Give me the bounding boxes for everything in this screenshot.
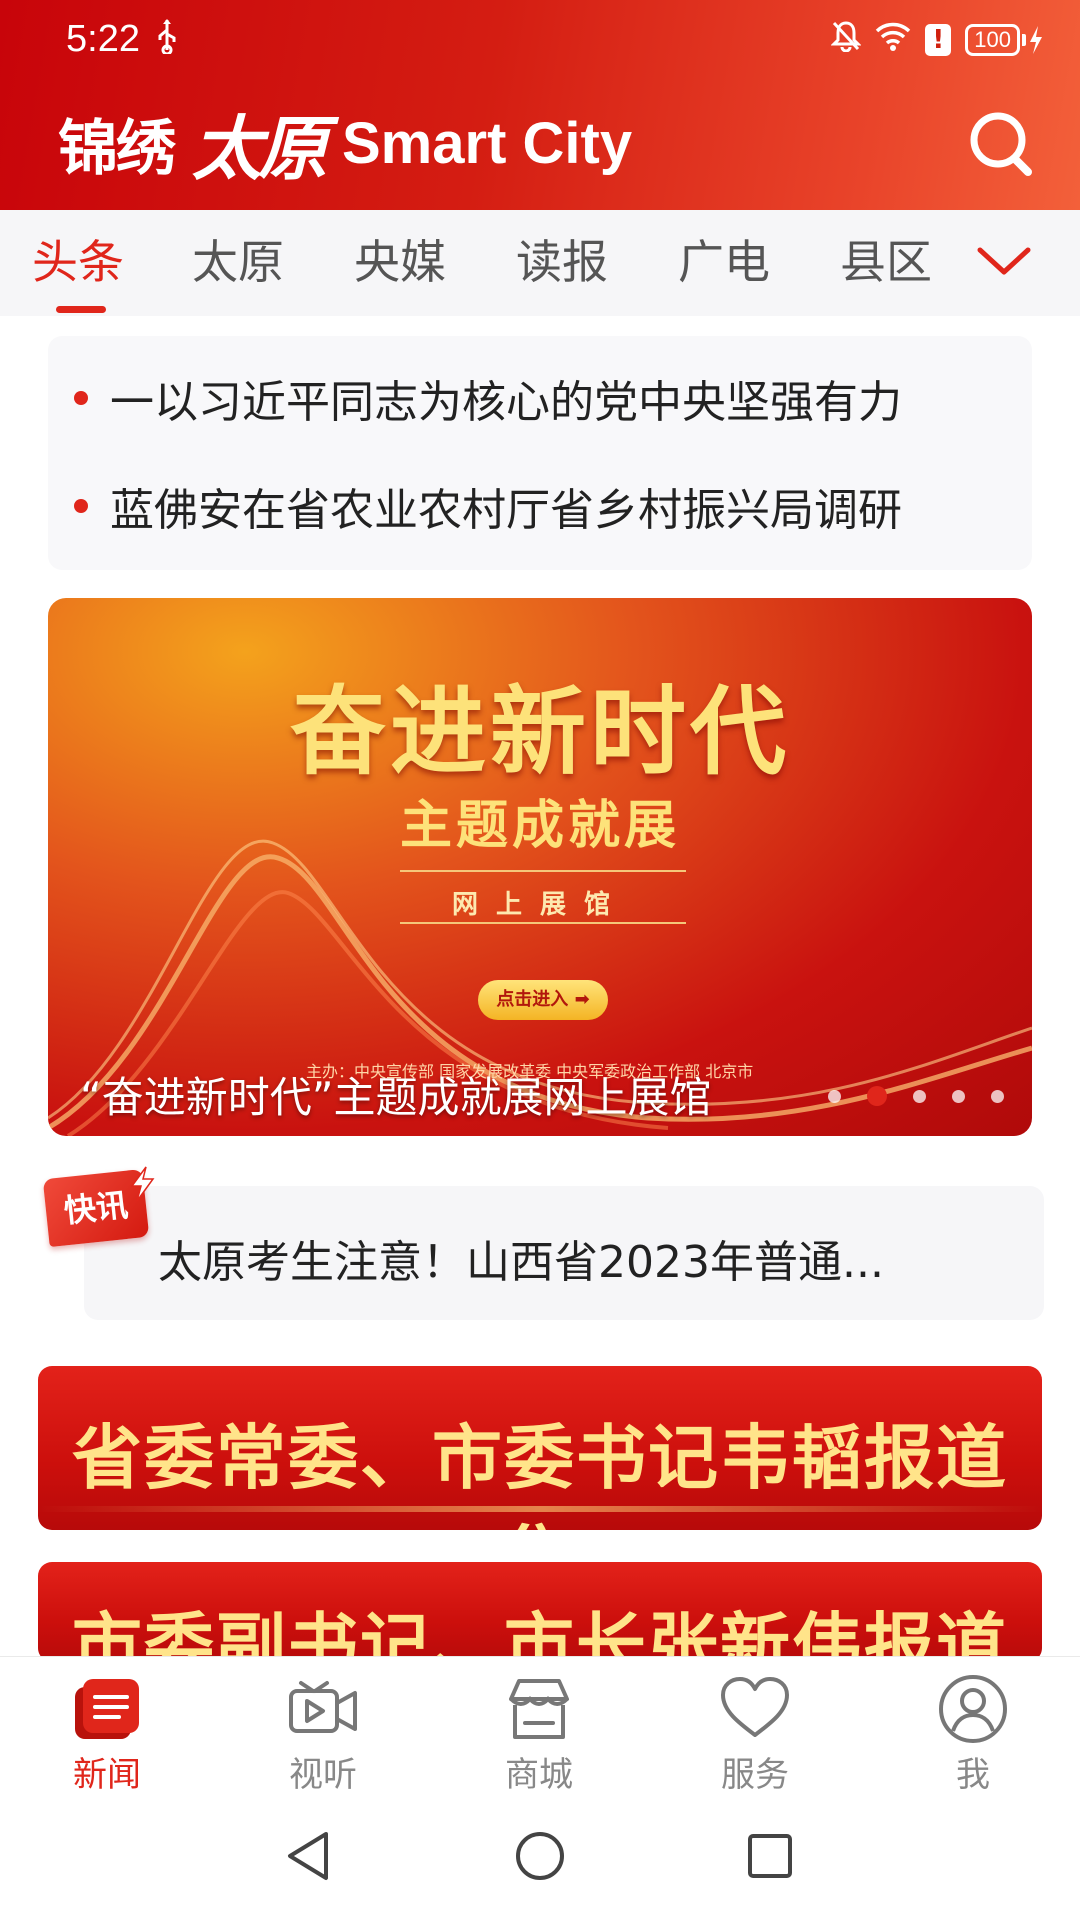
nav-label: 我 <box>956 1755 990 1795</box>
mute-bell-icon <box>830 20 862 60</box>
carousel-dot[interactable] <box>952 1089 965 1103</box>
headline-ticker: 一以习近平同志为核心的党中央坚强有力 蓝佛安在省农业农村厅省乡村振兴局调研 <box>48 336 1032 570</box>
app-logo: 锦绣 太原 Smart City <box>58 98 633 190</box>
nav-label: 新闻 <box>73 1755 141 1795</box>
nav-news[interactable]: 新闻 <box>32 1657 182 1795</box>
nav-me[interactable]: 我 <box>898 1657 1048 1795</box>
tab-guangdian[interactable]: 广电 <box>678 232 770 292</box>
active-tab-indicator <box>56 306 106 313</box>
flash-news-text: 太原考生注意！山西省2023年普通... <box>158 1237 884 1288</box>
enter-button[interactable]: 点击进入 ➡ <box>478 980 608 1020</box>
nav-label: 服务 <box>721 1755 789 1795</box>
channel-tabs: 头条 太原 央媒 读报 广电 县区 <box>0 210 1080 316</box>
headline-text: 蓝佛安在省农业农村厅省乡村振兴局调研 <box>110 485 902 536</box>
chevron-down-icon <box>977 247 1031 275</box>
tab-toutiao[interactable]: 头条 <box>32 232 124 292</box>
tab-taiyuan[interactable]: 太原 <box>192 232 284 292</box>
recents-icon[interactable] <box>740 1826 800 1886</box>
carousel-indicator <box>828 1086 1004 1106</box>
back-icon[interactable] <box>280 1826 340 1886</box>
battery-level: 100 <box>965 24 1020 56</box>
status-time: 5:22 <box>66 18 140 60</box>
promo-text: 市委副书记、市长张新伟报道集 <box>72 1604 1008 1662</box>
bullet-dot <box>74 499 88 513</box>
nav-service[interactable]: 服务 <box>680 1657 830 1795</box>
nav-video[interactable]: 视听 <box>248 1657 398 1795</box>
banner-caption: “奋进新时代”主题成就展网上展馆 <box>80 1073 712 1122</box>
divider <box>400 922 686 924</box>
heart-icon <box>721 1677 789 1737</box>
user-icon <box>939 1675 1007 1743</box>
usb-icon <box>156 18 178 62</box>
nav-label: 商城 <box>505 1755 573 1795</box>
promo-banner-mayor[interactable]: 市委副书记、市长张新伟报道集 <box>38 1562 1042 1662</box>
brand-en: Smart City <box>342 110 633 176</box>
nav-store[interactable]: 商城 <box>464 1657 614 1795</box>
bottom-navigation: 新闻 视听 商城 服务 我 <box>0 1656 1080 1795</box>
promo-decoration <box>38 1506 1042 1512</box>
banner-hall: 网上展馆 <box>451 890 628 920</box>
tab-xianqu[interactable]: 县区 <box>840 232 932 292</box>
banner-carousel[interactable]: 奋进新时代 主题成就展 网上展馆 点击进入 ➡ 主办：中央宣传部 国家发展改革委… <box>48 598 1032 1136</box>
search-button[interactable] <box>968 110 1038 180</box>
promo-banner-secretary[interactable]: 省委常委、市委书记韦韬报道集 <box>38 1366 1042 1530</box>
battery-icon: 100 <box>965 24 1044 56</box>
carousel-dot[interactable] <box>828 1089 841 1103</box>
tab-yangmei[interactable]: 央媒 <box>354 232 446 292</box>
status-bar: 5:22 ! 100 <box>0 0 1080 80</box>
search-icon <box>970 112 1032 176</box>
brand-script: 太原 <box>192 106 328 190</box>
brand-cn: 锦绣 <box>58 113 176 184</box>
headline-item[interactable]: 蓝佛安在省农业农村厅省乡村振兴局调研 <box>74 476 1014 536</box>
app-header: 5:22 ! 100 锦绣 太原 Smart City <box>0 0 1080 210</box>
lightning-icon <box>130 1166 155 1202</box>
tab-dubao[interactable]: 读报 <box>516 232 608 292</box>
home-icon[interactable] <box>510 1826 570 1886</box>
more-channels-button[interactable] <box>976 236 1032 286</box>
carousel-dot-active[interactable] <box>867 1086 887 1106</box>
headline-text: 一以习近平同志为核心的党中央坚强有力 <box>110 377 902 428</box>
bullet-dot <box>74 391 88 405</box>
nav-label: 视听 <box>289 1755 357 1795</box>
carousel-dot[interactable] <box>991 1089 1004 1103</box>
status-icons: ! 100 <box>830 20 1044 60</box>
enter-button-label: 点击进入 <box>496 989 569 1010</box>
system-navigation-bar <box>0 1792 1080 1920</box>
banner-subtitle: 主题成就展 <box>399 796 680 856</box>
news-icon <box>75 1679 139 1739</box>
headline-item[interactable]: 一以习近平同志为核心的党中央坚强有力 <box>74 368 1014 428</box>
video-icon <box>289 1681 357 1733</box>
carousel-dot[interactable] <box>913 1089 926 1103</box>
banner-title: 奋进新时代 <box>290 676 790 788</box>
alert-icon: ! <box>925 24 952 56</box>
store-icon <box>509 1679 569 1739</box>
wifi-icon <box>875 21 911 59</box>
divider <box>400 870 686 872</box>
